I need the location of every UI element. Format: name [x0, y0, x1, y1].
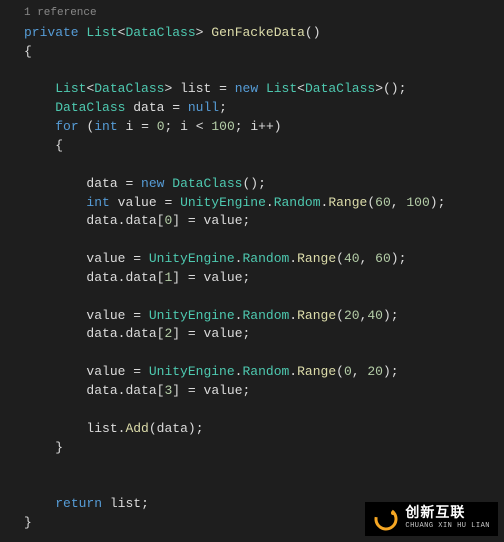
method-name: GenFackeData: [211, 25, 305, 40]
watermark-logo-icon: [373, 506, 399, 532]
watermark: 创新互联 CHUANG XIN HU LIAN: [365, 502, 498, 536]
codelens-references[interactable]: 1 reference: [0, 6, 504, 22]
kw-private: private: [24, 25, 79, 40]
code-block: private List<DataClass> GenFackeData() {…: [0, 24, 504, 533]
watermark-en: CHUANG XIN HU LIAN: [405, 523, 490, 531]
type-list: List: [86, 25, 117, 40]
type-dataclass: DataClass: [125, 25, 195, 40]
watermark-cn: 创新互联: [405, 507, 490, 522]
